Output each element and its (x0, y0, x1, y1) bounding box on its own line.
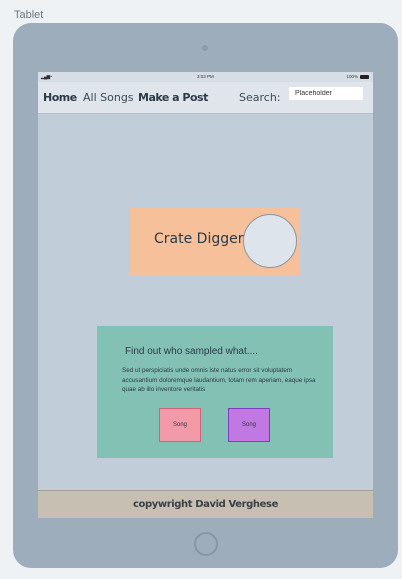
search-input[interactable] (289, 87, 363, 100)
logo-circle (243, 214, 297, 268)
screen: ▂▄▆ • 3:03 PM 100% Home All Songs Make a… (38, 72, 373, 518)
nav-make-post-link[interactable]: Make a Post (138, 91, 208, 104)
status-time: 3:03 PM (197, 74, 214, 79)
status-bar: ▂▄▆ • 3:03 PM 100% (38, 72, 373, 82)
info-body: Sed ut perspiciatis unde omnis iste natu… (122, 367, 316, 393)
home-button-icon[interactable] (194, 532, 218, 556)
hero-title: Crate Digger (154, 231, 244, 247)
nav-home-link[interactable]: Home (43, 91, 77, 104)
info-card: Find out who sampled what.... Sed ut per… (97, 326, 333, 458)
battery-icon (360, 74, 369, 79)
battery-percent: 100% (346, 74, 358, 79)
footer: copywright David Verghese (38, 490, 373, 518)
hero-banner: Crate Digger (129, 207, 300, 275)
camera-icon (202, 45, 208, 51)
nav-all-songs-link[interactable]: All Songs (83, 91, 134, 104)
battery-status: 100% (346, 74, 369, 79)
signal-icon: ▂▄▆ • (41, 74, 52, 79)
tablet-device: ▂▄▆ • 3:03 PM 100% Home All Songs Make a… (13, 23, 398, 568)
navbar: Home All Songs Make a Post Search: (38, 82, 373, 114)
footer-copyright: copywright David Verghese (133, 499, 278, 510)
song-button-2[interactable]: Song (228, 408, 270, 442)
search-label: Search: (239, 91, 281, 104)
frame-label: Tablet (14, 9, 44, 21)
info-heading: Find out who sampled what.... (125, 346, 258, 357)
song-button-1[interactable]: Song (159, 408, 201, 442)
